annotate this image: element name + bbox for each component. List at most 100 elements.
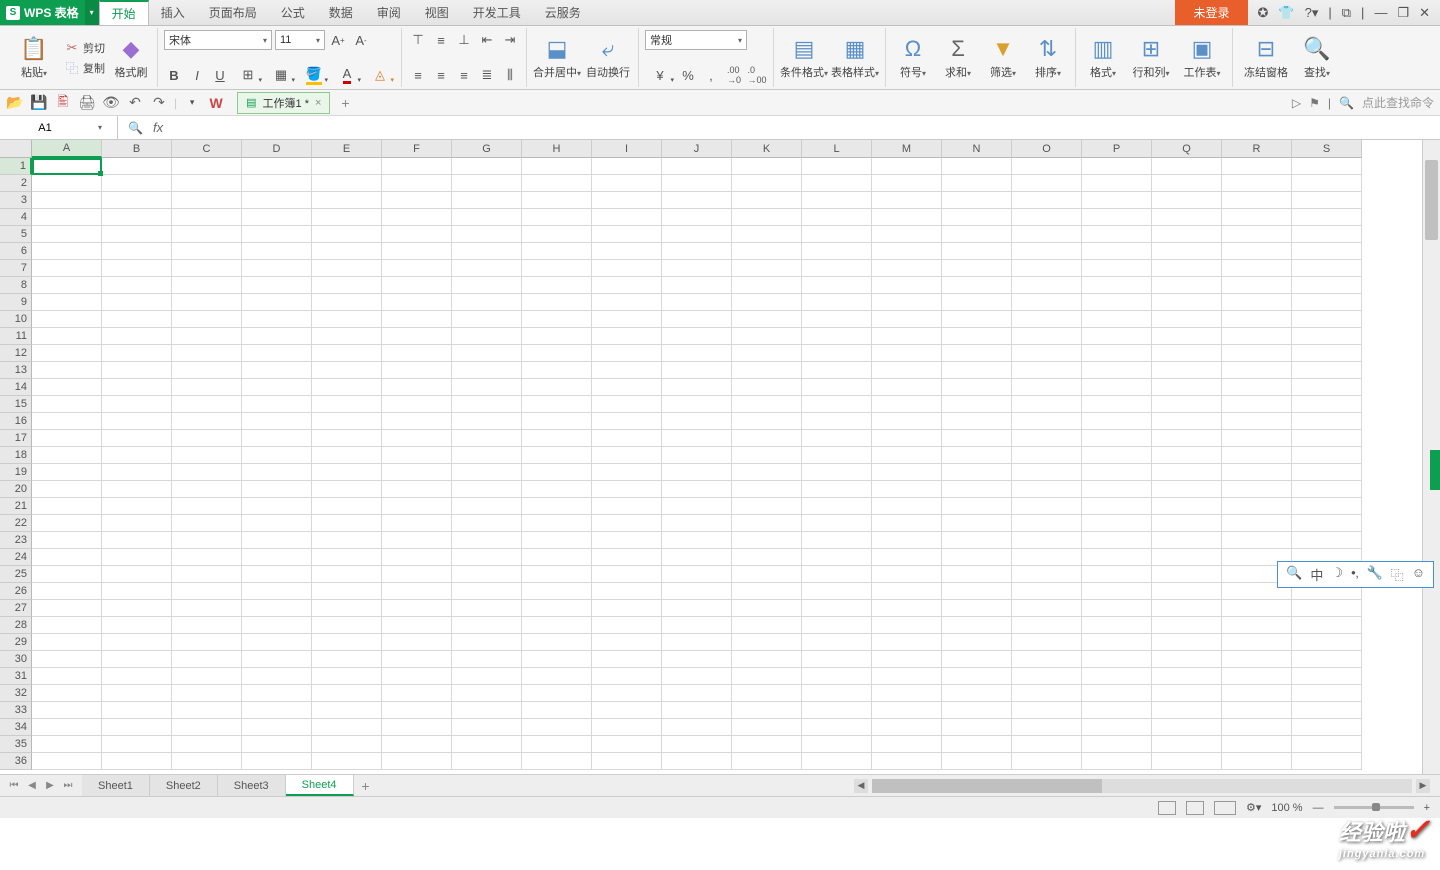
cell[interactable] xyxy=(1292,430,1362,447)
cell[interactable] xyxy=(872,294,942,311)
cell[interactable] xyxy=(662,685,732,702)
cell[interactable] xyxy=(172,447,242,464)
row-header-29[interactable]: 29 xyxy=(0,634,32,651)
cell[interactable] xyxy=(662,566,732,583)
cell[interactable] xyxy=(1222,464,1292,481)
cell[interactable] xyxy=(382,175,452,192)
cell[interactable] xyxy=(32,413,102,430)
cell[interactable] xyxy=(802,515,872,532)
cell[interactable] xyxy=(172,277,242,294)
cell[interactable] xyxy=(1012,583,1082,600)
cell[interactable] xyxy=(522,719,592,736)
cell[interactable] xyxy=(522,226,592,243)
cell[interactable] xyxy=(1082,277,1152,294)
cell[interactable] xyxy=(942,379,1012,396)
sheet-nav-first[interactable]: ⏮ xyxy=(6,780,22,791)
cell[interactable] xyxy=(172,702,242,719)
cell[interactable] xyxy=(1292,294,1362,311)
cell[interactable] xyxy=(242,498,312,515)
cell[interactable] xyxy=(1292,532,1362,549)
cell[interactable] xyxy=(872,328,942,345)
cell[interactable] xyxy=(32,447,102,464)
cell[interactable] xyxy=(1292,515,1362,532)
cell[interactable] xyxy=(242,447,312,464)
cell[interactable] xyxy=(1082,481,1152,498)
cell[interactable] xyxy=(942,413,1012,430)
cell[interactable] xyxy=(662,753,732,770)
cell[interactable] xyxy=(102,311,172,328)
cell[interactable] xyxy=(102,617,172,634)
cell[interactable] xyxy=(312,413,382,430)
cell[interactable] xyxy=(592,702,662,719)
align-left-button[interactable]: ≡ xyxy=(408,65,428,85)
row-header-22[interactable]: 22 xyxy=(0,515,32,532)
cell[interactable] xyxy=(172,243,242,260)
cell[interactable] xyxy=(732,549,802,566)
align-bottom-button[interactable]: ⊥ xyxy=(454,30,474,50)
cell[interactable] xyxy=(32,685,102,702)
cell[interactable] xyxy=(802,719,872,736)
nav-flag-icon[interactable]: ⚑ xyxy=(1309,96,1320,110)
cell[interactable] xyxy=(1152,226,1222,243)
cell[interactable] xyxy=(312,464,382,481)
cell[interactable] xyxy=(452,328,522,345)
cell[interactable] xyxy=(1012,498,1082,515)
cell[interactable] xyxy=(1292,345,1362,362)
cell[interactable] xyxy=(382,226,452,243)
cell[interactable] xyxy=(802,583,872,600)
cell[interactable] xyxy=(1012,226,1082,243)
cell[interactable] xyxy=(312,158,382,175)
justify-button[interactable]: ≣ xyxy=(477,65,497,85)
cell[interactable] xyxy=(102,362,172,379)
cell[interactable] xyxy=(592,277,662,294)
cell[interactable] xyxy=(522,634,592,651)
cell[interactable] xyxy=(592,685,662,702)
cell[interactable] xyxy=(242,481,312,498)
col-header-N[interactable]: N xyxy=(942,140,1012,158)
cell[interactable] xyxy=(452,175,522,192)
cell[interactable] xyxy=(662,736,732,753)
row-header-8[interactable]: 8 xyxy=(0,277,32,294)
cell[interactable] xyxy=(32,532,102,549)
cell[interactable] xyxy=(592,447,662,464)
minimize-button[interactable]: — xyxy=(1374,5,1387,20)
decrease-font-button[interactable]: A- xyxy=(351,30,371,50)
cell[interactable] xyxy=(1292,413,1362,430)
cell[interactable] xyxy=(872,311,942,328)
cell[interactable] xyxy=(102,481,172,498)
cell[interactable] xyxy=(102,345,172,362)
cell[interactable] xyxy=(452,634,522,651)
row-header-7[interactable]: 7 xyxy=(0,260,32,277)
cell[interactable] xyxy=(592,481,662,498)
cell[interactable] xyxy=(32,345,102,362)
cell[interactable] xyxy=(32,651,102,668)
cell[interactable] xyxy=(1222,379,1292,396)
cell[interactable] xyxy=(312,600,382,617)
row-header-30[interactable]: 30 xyxy=(0,651,32,668)
undo-icon[interactable]: ↶ xyxy=(126,94,144,112)
cell[interactable] xyxy=(662,413,732,430)
cell[interactable] xyxy=(802,753,872,770)
cell[interactable] xyxy=(1082,243,1152,260)
cell[interactable] xyxy=(872,719,942,736)
menu-tab-0[interactable]: 开始 xyxy=(99,0,149,25)
border-style-button[interactable]: ▦ xyxy=(266,65,296,85)
cell[interactable] xyxy=(242,379,312,396)
cell[interactable] xyxy=(172,719,242,736)
cell[interactable] xyxy=(1082,702,1152,719)
export-pdf-icon[interactable]: 🖺 xyxy=(54,94,72,112)
cell[interactable] xyxy=(942,345,1012,362)
cell[interactable] xyxy=(242,685,312,702)
cell[interactable] xyxy=(942,396,1012,413)
cell[interactable] xyxy=(312,226,382,243)
name-box-input[interactable] xyxy=(0,122,90,134)
row-header-32[interactable]: 32 xyxy=(0,685,32,702)
cell[interactable] xyxy=(1012,566,1082,583)
cell[interactable] xyxy=(942,719,1012,736)
cell[interactable] xyxy=(802,447,872,464)
cell[interactable] xyxy=(942,277,1012,294)
cell[interactable] xyxy=(662,362,732,379)
cell[interactable] xyxy=(452,719,522,736)
cell[interactable] xyxy=(172,617,242,634)
cell[interactable] xyxy=(662,447,732,464)
